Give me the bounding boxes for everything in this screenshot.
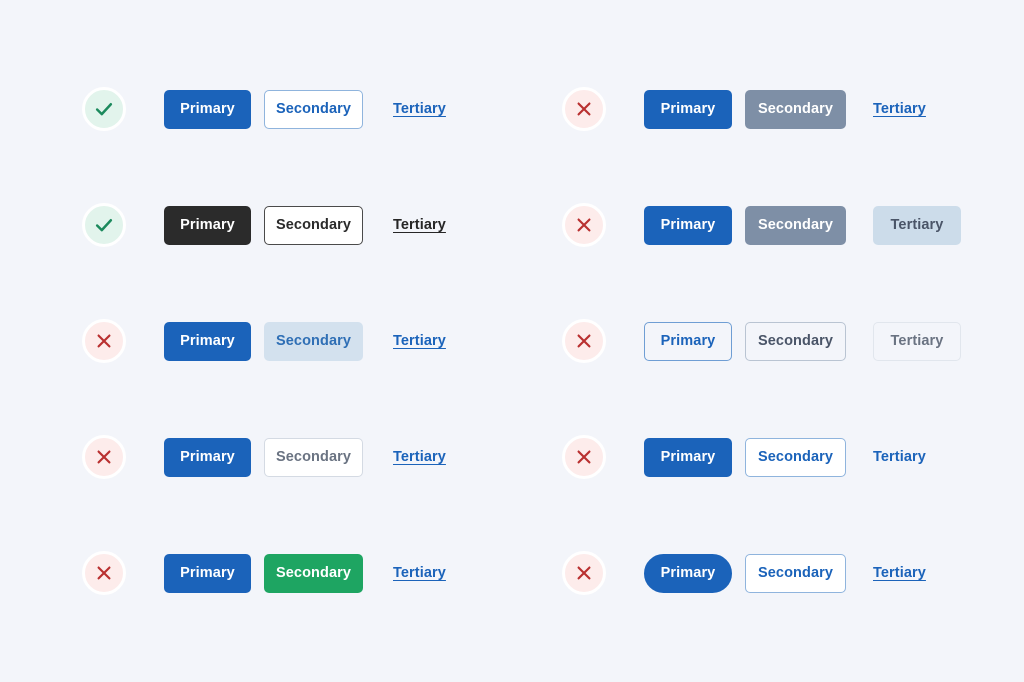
example-row-5-left: Primary Secondary Tertiary [82,549,502,597]
example-row-4-right: Primary Secondary Tertiary [562,433,992,481]
page-root: Primary Secondary Tertiary Primary Secon… [0,0,1024,682]
tertiary-link[interactable]: Tertiary [873,554,926,593]
primary-button[interactable]: Primary [164,553,251,593]
secondary-button[interactable]: Secondary [745,321,846,361]
x-icon [82,435,126,479]
tertiary-link[interactable]: Tertiary [873,438,926,477]
tertiary-link[interactable]: Tertiary [393,438,446,477]
example-row-2-right: Primary Secondary Tertiary [562,201,992,249]
tertiary-button[interactable]: Tertiary [873,321,961,361]
tertiary-button[interactable]: Tertiary [873,205,961,245]
check-icon [82,87,126,131]
x-icon [82,551,126,595]
secondary-button[interactable]: Secondary [745,205,846,245]
x-icon [562,319,606,363]
primary-button[interactable]: Primary [644,205,732,245]
secondary-button[interactable]: Secondary [264,205,363,245]
primary-button[interactable]: Primary [644,437,732,477]
x-icon [82,319,126,363]
x-icon [562,87,606,131]
check-icon [82,203,126,247]
secondary-button[interactable]: Secondary [264,437,363,477]
button-examples-grid: Primary Secondary Tertiary Primary Secon… [0,0,1024,682]
primary-button[interactable]: Primary [164,321,251,361]
primary-button[interactable]: Primary [164,437,251,477]
tertiary-link[interactable]: Tertiary [393,322,446,361]
primary-button[interactable]: Primary [164,89,251,129]
example-row-3-right: Primary Secondary Tertiary [562,317,992,365]
tertiary-link[interactable]: Tertiary [393,90,446,129]
x-icon [562,435,606,479]
secondary-button[interactable]: Secondary [264,89,363,129]
secondary-button[interactable]: Secondary [264,321,363,361]
tertiary-link[interactable]: Tertiary [873,90,926,129]
tertiary-link[interactable]: Tertiary [393,554,446,593]
secondary-button[interactable]: Secondary [745,437,846,477]
example-row-5-right: Primary Secondary Tertiary [562,549,992,597]
tertiary-link[interactable]: Tertiary [393,206,446,245]
example-row-4-left: Primary Secondary Tertiary [82,433,502,481]
primary-button[interactable]: Primary [644,321,732,361]
example-row-1-left: Primary Secondary Tertiary [82,85,502,133]
example-row-3-left: Primary Secondary Tertiary [82,317,502,365]
secondary-button[interactable]: Secondary [264,553,363,593]
primary-button[interactable]: Primary [644,553,732,593]
example-row-2-left: Primary Secondary Tertiary [82,201,502,249]
x-icon [562,551,606,595]
example-row-1-right: Primary Secondary Tertiary [562,85,992,133]
secondary-button[interactable]: Secondary [745,89,846,129]
secondary-button[interactable]: Secondary [745,553,846,593]
x-icon [562,203,606,247]
primary-button[interactable]: Primary [644,89,732,129]
primary-button[interactable]: Primary [164,205,251,245]
